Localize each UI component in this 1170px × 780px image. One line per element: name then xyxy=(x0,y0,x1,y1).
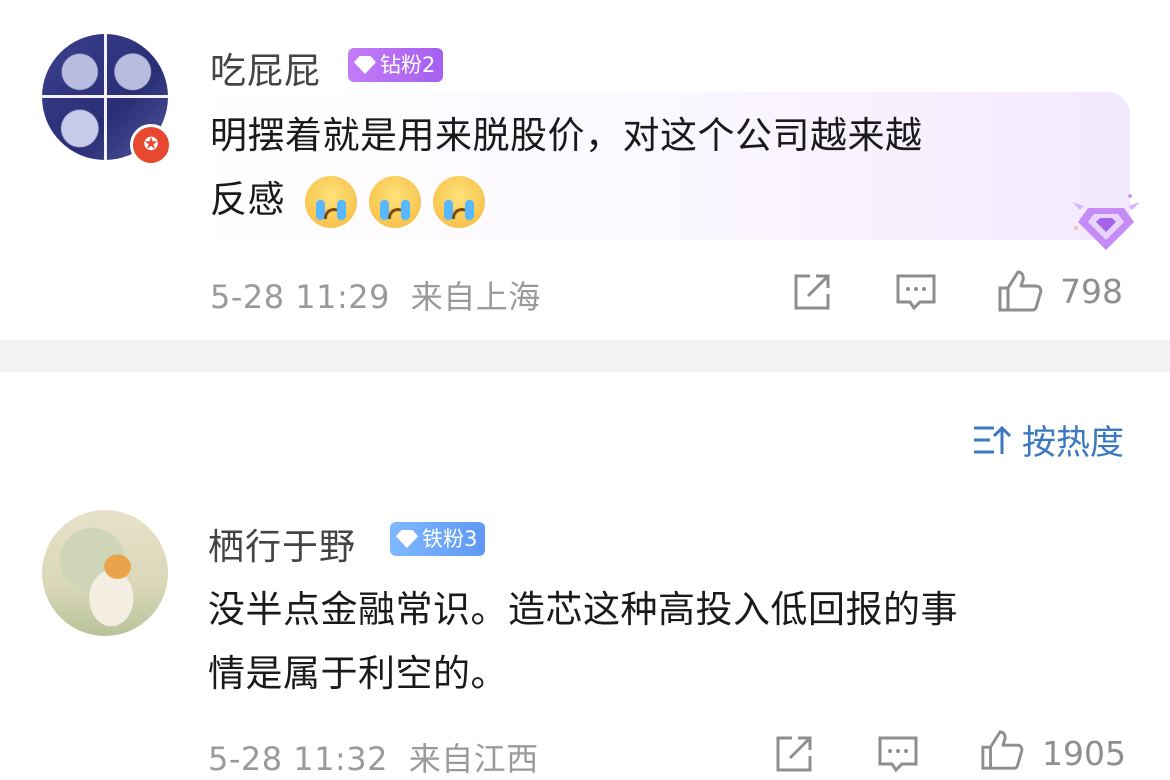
avatar[interactable] xyxy=(42,510,168,636)
comment-time: 5-28 11:29 xyxy=(210,278,391,316)
crying-emoji-icon xyxy=(433,175,486,228)
share-icon[interactable] xyxy=(772,732,816,776)
username[interactable]: 吃屁屁 xyxy=(210,42,321,94)
comment-text-line: 反感 xyxy=(210,178,285,221)
fan-level-badge[interactable]: 铁粉3 xyxy=(390,522,486,556)
comment-time: 5-28 11:32 xyxy=(208,740,389,778)
like-icon[interactable] xyxy=(996,268,1044,314)
comment-text-line: 没半点金融常识。造芯这种高投入低回报的事 xyxy=(208,588,958,631)
sort-label: 按热度 xyxy=(1022,423,1124,463)
comment-location: 来自上海 xyxy=(410,278,541,316)
like-count: 798 xyxy=(1060,272,1123,311)
section-divider xyxy=(0,340,1170,372)
crying-emoji-icon xyxy=(305,175,358,228)
verified-badge-icon: ✪ xyxy=(130,124,172,166)
comment-location: 来自江西 xyxy=(408,740,539,778)
diamond-icon xyxy=(354,56,376,74)
comment-text-line: 明摆着就是用来脱股价，对这个公司越来越 xyxy=(210,114,923,157)
sort-icon xyxy=(974,425,1012,454)
fan-level-badge[interactable]: 钻粉2 xyxy=(348,48,444,82)
sort-by-hot-button[interactable]: 按热度 xyxy=(972,415,1124,464)
comment-text: 没半点金融常识。造芯这种高投入低回报的事 情是属于利空的。 xyxy=(208,578,958,706)
like-count: 1905 xyxy=(1042,734,1126,773)
fan-level-label: 钻粉2 xyxy=(380,53,436,77)
crying-emoji-icon xyxy=(369,175,422,228)
share-icon[interactable] xyxy=(790,270,834,314)
fan-level-label: 铁粉3 xyxy=(422,527,478,551)
username[interactable]: 栖行于野 xyxy=(208,518,356,570)
reply-icon[interactable] xyxy=(876,732,920,776)
comment-meta: 5-28 11:32 来自江西 xyxy=(208,734,539,780)
comment-text-line: 情是属于利空的。 xyxy=(208,652,508,695)
diamond-icon xyxy=(396,530,418,548)
like-icon[interactable] xyxy=(978,728,1026,772)
diamond-fan-crown-icon xyxy=(1072,194,1140,250)
comment-meta: 5-28 11:29 来自上海 xyxy=(210,272,541,318)
comment-text-line-2: 反感 xyxy=(210,168,923,232)
reply-icon[interactable] xyxy=(894,270,938,314)
comment-text: 明摆着就是用来脱股价，对这个公司越来越 反感 xyxy=(210,104,923,232)
